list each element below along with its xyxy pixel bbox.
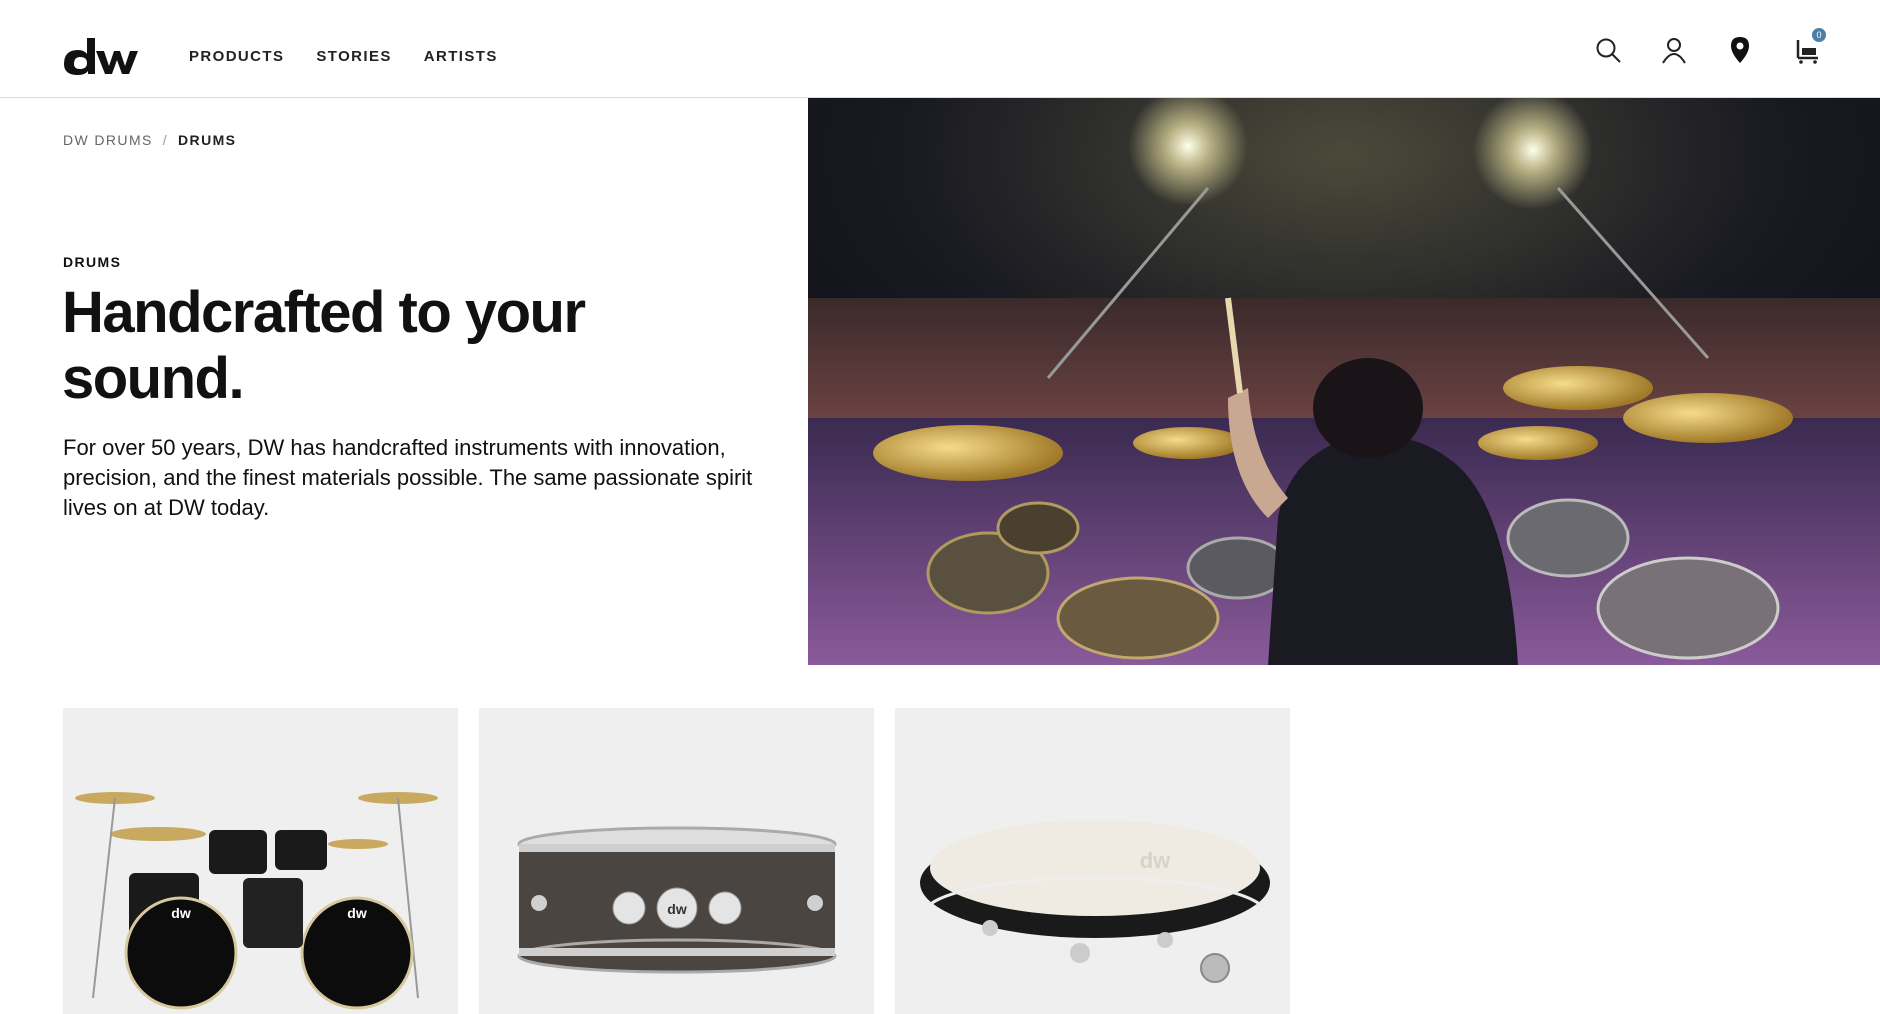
section-eyebrow: DRUMS bbox=[63, 254, 122, 270]
bass-drum-image: dw bbox=[920, 820, 1270, 983]
concert-drummer-photo bbox=[808, 98, 1880, 665]
breadcrumb-dw-drums[interactable]: DW DRUMS bbox=[63, 132, 153, 148]
breadcrumb-separator: / bbox=[162, 132, 169, 148]
header-actions: 0 bbox=[1594, 28, 1826, 64]
breadcrumb-current: DRUMS bbox=[178, 132, 237, 148]
nav-products[interactable]: PRODUCTS bbox=[189, 48, 284, 65]
dw-logo[interactable] bbox=[62, 34, 138, 78]
product-card-bass-drum[interactable]: dw bbox=[895, 708, 1290, 1014]
svg-text:dw: dw bbox=[667, 901, 687, 917]
location-pin-icon bbox=[1731, 37, 1749, 63]
cart-count-badge: 0 bbox=[1812, 28, 1826, 42]
store-locator-button[interactable] bbox=[1726, 36, 1754, 64]
svg-text:dw: dw bbox=[347, 905, 367, 921]
svg-text:dw: dw bbox=[1140, 848, 1171, 873]
page-title: Handcrafted to your sound. bbox=[62, 280, 586, 411]
search-button[interactable] bbox=[1594, 36, 1622, 64]
breadcrumb: DW DRUMS / DRUMS bbox=[63, 132, 236, 148]
nav-artists[interactable]: ARTISTS bbox=[424, 48, 498, 65]
svg-text:dw: dw bbox=[171, 905, 191, 921]
product-card-drum-kit[interactable]: dw dw bbox=[63, 708, 458, 1014]
hero-image bbox=[808, 98, 1880, 665]
search-icon bbox=[1596, 38, 1621, 63]
cart-button[interactable]: 0 bbox=[1792, 28, 1826, 64]
account-icon bbox=[1662, 38, 1686, 64]
account-button[interactable] bbox=[1660, 36, 1688, 64]
site-header: PRODUCTS STORIES ARTISTS 0 bbox=[0, 0, 1880, 98]
snare-drum-image: dw bbox=[517, 826, 837, 974]
nav-stories[interactable]: STORIES bbox=[316, 48, 391, 65]
drum-kit-image: dw dw bbox=[75, 792, 438, 1010]
hero-description: For over 50 years, DW has handcrafted in… bbox=[63, 435, 753, 520]
main-nav: PRODUCTS STORIES ARTISTS bbox=[189, 48, 498, 65]
product-card-snare-drum[interactable]: dw bbox=[479, 708, 874, 1014]
